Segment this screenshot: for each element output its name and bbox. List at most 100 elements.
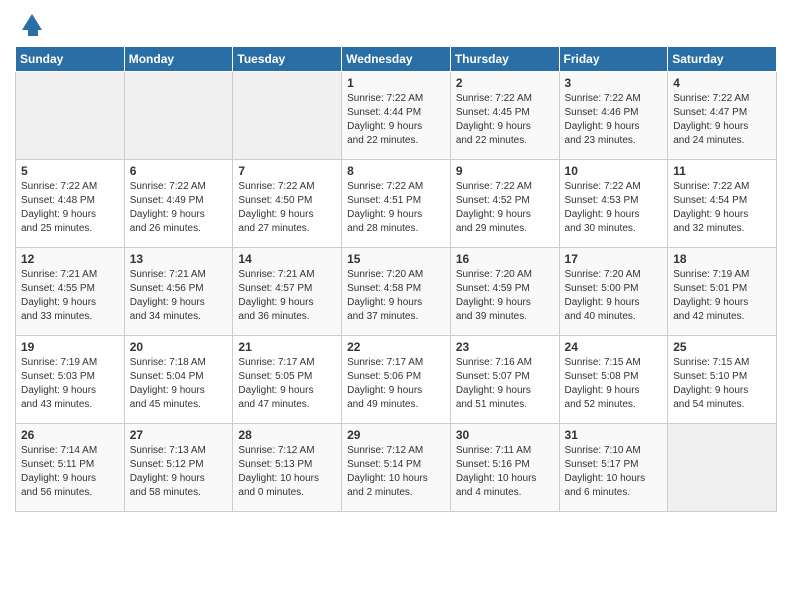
calendar-cell: 8 Sunrise: 7:22 AM Sunset: 4:51 PM Daylig… [342, 160, 451, 248]
day-number: 23 [456, 340, 554, 354]
day-info: Sunrise: 7:14 AM Sunset: 5:11 PM Dayligh… [21, 444, 119, 500]
day-info: Sunrise: 7:15 AM Sunset: 5:10 PM Dayligh… [673, 356, 771, 412]
day-info: Sunrise: 7:20 AM Sunset: 4:59 PM Dayligh… [456, 268, 554, 324]
day-info: Sunrise: 7:22 AM Sunset: 4:49 PM Dayligh… [130, 180, 228, 236]
calendar-cell: 30 Sunrise: 7:11 AM Sunset: 5:16 PM Dayli… [450, 424, 559, 512]
day-number: 14 [238, 252, 336, 266]
day-header-thursday: Thursday [450, 47, 559, 72]
day-info: Sunrise: 7:20 AM Sunset: 5:00 PM Dayligh… [565, 268, 663, 324]
day-info: Sunrise: 7:22 AM Sunset: 4:44 PM Dayligh… [347, 92, 445, 148]
calendar-cell: 26 Sunrise: 7:14 AM Sunset: 5:11 PM Dayli… [16, 424, 125, 512]
calendar-cell: 12Sunrise: 7:21 AM Sunset: 4:55 PM Dayli… [16, 248, 125, 336]
header-row: SundayMondayTuesdayWednesdayThursdayFrid… [16, 47, 777, 72]
day-number: 10 [565, 164, 663, 178]
calendar-cell: 22 Sunrise: 7:17 AM Sunset: 5:06 PM Dayli… [342, 336, 451, 424]
week-row-1: 1 Sunrise: 7:22 AM Sunset: 4:44 PM Daylig… [16, 72, 777, 160]
day-number: 30 [456, 428, 554, 442]
day-number: 2 [456, 76, 554, 90]
calendar-cell: 14 Sunrise: 7:21 AM Sunset: 4:57 PM Dayli… [233, 248, 342, 336]
logo-text [15, 10, 46, 38]
calendar-cell: 10 Sunrise: 7:22 AM Sunset: 4:53 PM Dayli… [559, 160, 668, 248]
day-number: 26 [21, 428, 119, 442]
day-info: Sunrise: 7:13 AM Sunset: 5:12 PM Dayligh… [130, 444, 228, 500]
day-info: Sunrise: 7:22 AM Sunset: 4:50 PM Dayligh… [238, 180, 336, 236]
day-info: Sunrise: 7:22 AM Sunset: 4:46 PM Dayligh… [565, 92, 663, 148]
day-info: Sunrise: 7:11 AM Sunset: 5:16 PM Dayligh… [456, 444, 554, 500]
day-info: Sunrise: 7:22 AM Sunset: 4:48 PM Dayligh… [21, 180, 119, 236]
calendar-cell: 1 Sunrise: 7:22 AM Sunset: 4:44 PM Daylig… [342, 72, 451, 160]
day-number: 1 [347, 76, 445, 90]
day-number: 15 [347, 252, 445, 266]
day-number: 22 [347, 340, 445, 354]
day-number: 25 [673, 340, 771, 354]
day-number: 29 [347, 428, 445, 442]
day-info: Sunrise: 7:22 AM Sunset: 4:45 PM Dayligh… [456, 92, 554, 148]
calendar-cell: 13 Sunrise: 7:21 AM Sunset: 4:56 PM Dayli… [124, 248, 233, 336]
day-info: Sunrise: 7:21 AM Sunset: 4:57 PM Dayligh… [238, 268, 336, 324]
calendar-cell: 6 Sunrise: 7:22 AM Sunset: 4:49 PM Daylig… [124, 160, 233, 248]
day-number: 19 [21, 340, 119, 354]
day-info: Sunrise: 7:22 AM Sunset: 4:51 PM Dayligh… [347, 180, 445, 236]
calendar-cell: 5 Sunrise: 7:22 AM Sunset: 4:48 PM Daylig… [16, 160, 125, 248]
logo-area [15, 10, 46, 38]
calendar-table: SundayMondayTuesdayWednesdayThursdayFrid… [15, 46, 777, 512]
day-info: Sunrise: 7:12 AM Sunset: 5:14 PM Dayligh… [347, 444, 445, 500]
day-number: 24 [565, 340, 663, 354]
logo-icon [18, 10, 46, 38]
calendar-cell: 18Sunrise: 7:19 AM Sunset: 5:01 PM Dayli… [668, 248, 777, 336]
calendar-cell: 2 Sunrise: 7:22 AM Sunset: 4:45 PM Daylig… [450, 72, 559, 160]
calendar-cell: 28 Sunrise: 7:12 AM Sunset: 5:13 PM Dayli… [233, 424, 342, 512]
day-info: Sunrise: 7:18 AM Sunset: 5:04 PM Dayligh… [130, 356, 228, 412]
week-row-5: 26 Sunrise: 7:14 AM Sunset: 5:11 PM Dayli… [16, 424, 777, 512]
day-number: 31 [565, 428, 663, 442]
day-header-tuesday: Tuesday [233, 47, 342, 72]
day-info: Sunrise: 7:16 AM Sunset: 5:07 PM Dayligh… [456, 356, 554, 412]
day-info: Sunrise: 7:22 AM Sunset: 4:53 PM Dayligh… [565, 180, 663, 236]
calendar-cell: 25 Sunrise: 7:15 AM Sunset: 5:10 PM Dayli… [668, 336, 777, 424]
calendar-cell: 24 Sunrise: 7:15 AM Sunset: 5:08 PM Dayli… [559, 336, 668, 424]
day-number: 9 [456, 164, 554, 178]
day-info: Sunrise: 7:21 AM Sunset: 4:55 PM Dayligh… [21, 268, 119, 324]
day-info: Sunrise: 7:17 AM Sunset: 5:06 PM Dayligh… [347, 356, 445, 412]
day-number: 5 [21, 164, 119, 178]
calendar-cell: 23 Sunrise: 7:16 AM Sunset: 5:07 PM Dayli… [450, 336, 559, 424]
day-info: Sunrise: 7:12 AM Sunset: 5:13 PM Dayligh… [238, 444, 336, 500]
day-info: Sunrise: 7:21 AM Sunset: 4:56 PM Dayligh… [130, 268, 228, 324]
day-number: 17 [565, 252, 663, 266]
calendar-cell: 17 Sunrise: 7:20 AM Sunset: 5:00 PM Dayli… [559, 248, 668, 336]
day-number: 27 [130, 428, 228, 442]
day-info: Sunrise: 7:15 AM Sunset: 5:08 PM Dayligh… [565, 356, 663, 412]
calendar-cell: 29 Sunrise: 7:12 AM Sunset: 5:14 PM Dayli… [342, 424, 451, 512]
day-number: 3 [565, 76, 663, 90]
calendar-cell [16, 72, 125, 160]
day-number: 13 [130, 252, 228, 266]
calendar-cell: 27 Sunrise: 7:13 AM Sunset: 5:12 PM Dayli… [124, 424, 233, 512]
day-number: 4 [673, 76, 771, 90]
day-info: Sunrise: 7:22 AM Sunset: 4:52 PM Dayligh… [456, 180, 554, 236]
calendar-cell [668, 424, 777, 512]
day-number: 6 [130, 164, 228, 178]
day-info: Sunrise: 7:20 AM Sunset: 4:58 PM Dayligh… [347, 268, 445, 324]
day-header-wednesday: Wednesday [342, 47, 451, 72]
day-number: 20 [130, 340, 228, 354]
week-row-3: 12Sunrise: 7:21 AM Sunset: 4:55 PM Dayli… [16, 248, 777, 336]
calendar-cell: 21Sunrise: 7:17 AM Sunset: 5:05 PM Dayli… [233, 336, 342, 424]
calendar-cell: 11Sunrise: 7:22 AM Sunset: 4:54 PM Dayli… [668, 160, 777, 248]
week-row-4: 19Sunrise: 7:19 AM Sunset: 5:03 PM Dayli… [16, 336, 777, 424]
day-info: Sunrise: 7:22 AM Sunset: 4:47 PM Dayligh… [673, 92, 771, 148]
day-header-monday: Monday [124, 47, 233, 72]
calendar-cell: 20 Sunrise: 7:18 AM Sunset: 5:04 PM Dayli… [124, 336, 233, 424]
day-info: Sunrise: 7:19 AM Sunset: 5:01 PM Dayligh… [673, 268, 771, 324]
day-header-saturday: Saturday [668, 47, 777, 72]
calendar-cell: 16Sunrise: 7:20 AM Sunset: 4:59 PM Dayli… [450, 248, 559, 336]
calendar-cell: 4 Sunrise: 7:22 AM Sunset: 4:47 PM Daylig… [668, 72, 777, 160]
calendar-cell: 15 Sunrise: 7:20 AM Sunset: 4:58 PM Dayli… [342, 248, 451, 336]
day-header-sunday: Sunday [16, 47, 125, 72]
calendar-cell: 7Sunrise: 7:22 AM Sunset: 4:50 PM Daylig… [233, 160, 342, 248]
header [15, 10, 777, 38]
calendar-cell: 19Sunrise: 7:19 AM Sunset: 5:03 PM Dayli… [16, 336, 125, 424]
day-number: 28 [238, 428, 336, 442]
day-info: Sunrise: 7:22 AM Sunset: 4:54 PM Dayligh… [673, 180, 771, 236]
calendar-cell [233, 72, 342, 160]
day-number: 8 [347, 164, 445, 178]
